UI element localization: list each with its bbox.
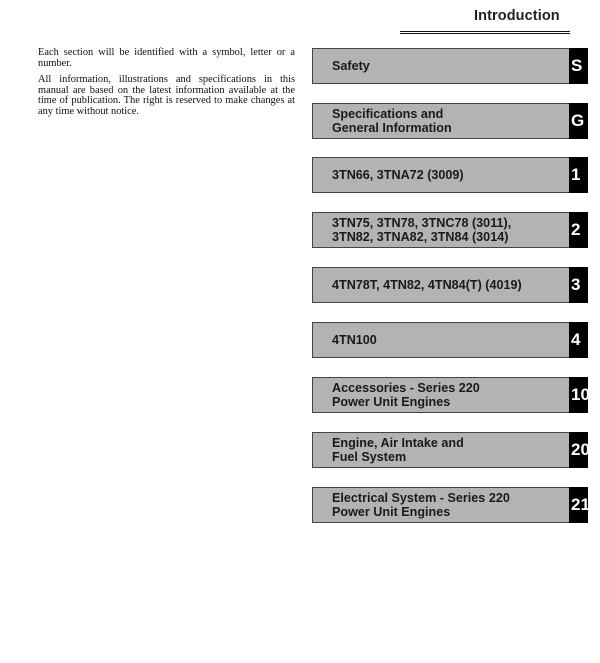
section-marker-2[interactable]: 2 bbox=[569, 212, 588, 248]
intro-paragraph: All information, illustrations and speci… bbox=[38, 74, 295, 117]
section-marker-10[interactable]: 10 bbox=[569, 377, 588, 413]
intro-text: Each section will be identified with a s… bbox=[38, 47, 295, 123]
section-label: Specifications and General Information bbox=[332, 107, 452, 135]
section-marker-text: 21 bbox=[571, 495, 588, 514]
section-marker-text: 4 bbox=[571, 330, 581, 349]
section-marker-text: 2 bbox=[571, 220, 581, 239]
section-marker-21[interactable]: 21 bbox=[569, 487, 588, 523]
section-marker-text: 1 bbox=[571, 165, 581, 184]
section-marker-text: 20 bbox=[571, 440, 588, 459]
intro-paragraph: Each section will be identified with a s… bbox=[38, 47, 295, 69]
section-marker-4[interactable]: 4 bbox=[569, 322, 588, 358]
section-marker-safety[interactable]: S bbox=[569, 48, 588, 84]
page-title: Introduction bbox=[474, 8, 560, 24]
section-marker-text: 3 bbox=[571, 275, 581, 294]
section-tab-3tn75[interactable]: 3TN75, 3TN78, 3TNC78 (3011), 3TN82, 3TNA… bbox=[312, 212, 569, 248]
section-label: Safety bbox=[332, 59, 370, 73]
section-marker-text: G bbox=[571, 111, 585, 130]
section-label: 3TN75, 3TN78, 3TNC78 (3011), 3TN82, 3TNA… bbox=[332, 216, 512, 244]
section-marker-text: S bbox=[571, 56, 583, 75]
section-tab-safety[interactable]: Safety bbox=[312, 48, 569, 84]
section-label: 4TN100 bbox=[332, 333, 377, 347]
header-double-rule bbox=[400, 31, 570, 34]
section-tab-accessories[interactable]: Accessories - Series 220 Power Unit Engi… bbox=[312, 377, 569, 413]
section-marker-1[interactable]: 1 bbox=[569, 157, 588, 193]
section-marker-specifications[interactable]: G bbox=[569, 103, 588, 139]
section-label: 4TN78T, 4TN82, 4TN84(T) (4019) bbox=[332, 278, 522, 292]
section-marker-3[interactable]: 3 bbox=[569, 267, 588, 303]
section-tab-electrical[interactable]: Electrical System - Series 220 Power Uni… bbox=[312, 487, 569, 523]
section-tab-4tn100[interactable]: 4TN100 bbox=[312, 322, 569, 358]
section-label: 3TN66, 3TNA72 (3009) bbox=[332, 168, 464, 182]
section-label: Electrical System - Series 220 Power Uni… bbox=[332, 491, 510, 519]
section-tab-specifications[interactable]: Specifications and General Information bbox=[312, 103, 569, 139]
section-tab-3tn66[interactable]: 3TN66, 3TNA72 (3009) bbox=[312, 157, 569, 193]
section-marker-text: 10 bbox=[571, 385, 588, 404]
section-label: Accessories - Series 220 Power Unit Engi… bbox=[332, 381, 480, 409]
section-tab-engine-air-fuel[interactable]: Engine, Air Intake and Fuel System bbox=[312, 432, 569, 468]
section-label: Engine, Air Intake and Fuel System bbox=[332, 436, 464, 464]
section-marker-20[interactable]: 20 bbox=[569, 432, 588, 468]
section-tab-4tn78t[interactable]: 4TN78T, 4TN82, 4TN84(T) (4019) bbox=[312, 267, 569, 303]
